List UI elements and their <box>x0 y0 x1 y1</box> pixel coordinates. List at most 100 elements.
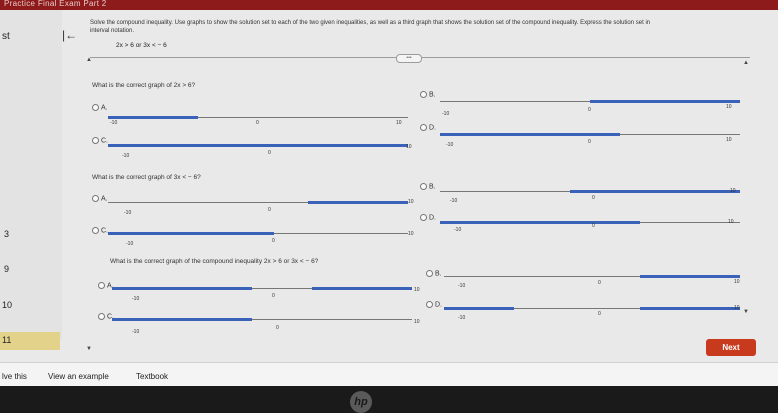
tick-label: -10 <box>442 111 450 117</box>
tick-label: 0 <box>276 325 279 331</box>
option-letter: A. <box>101 195 108 203</box>
solution-ray <box>440 133 620 136</box>
solution-ray <box>108 232 274 235</box>
tick-label: 10 <box>734 279 740 285</box>
scroll-up-icon[interactable]: ▲ <box>743 60 749 66</box>
tick-label: -10 <box>122 153 130 159</box>
solution-ray <box>112 287 252 290</box>
scrollbar[interactable]: ▲ ▼ <box>742 60 750 315</box>
radio-button[interactable] <box>426 270 433 277</box>
radio-button[interactable] <box>420 214 427 221</box>
scroll-down-icon[interactable]: ▼ <box>743 309 749 315</box>
tick-label: -10 <box>454 227 462 233</box>
radio-button[interactable] <box>92 227 99 234</box>
solution-ray <box>108 116 198 119</box>
screen: Practice Final Exam Part 2 st 3 9 10 11 … <box>0 0 778 386</box>
tick-label: -10 <box>132 329 140 335</box>
textbook-link[interactable]: Textbook <box>136 372 168 381</box>
bottom-toolbar: lve this View an example Textbook <box>0 362 778 386</box>
solution-ray <box>590 100 740 103</box>
tick-label: -10 <box>458 315 466 321</box>
solution-ray <box>440 221 640 224</box>
instructions-text: Solve the compound inequality. Use graph… <box>90 20 651 26</box>
option-letter: B. <box>435 270 442 278</box>
tick-label: -10 <box>126 241 134 247</box>
tick-label: -10 <box>132 296 140 302</box>
tick-label: 0 <box>272 293 275 299</box>
option-a[interactable]: A. <box>92 104 108 111</box>
question-prompt: What is the correct graph of 3x < − 6? <box>92 174 201 181</box>
tick-label: 10 <box>728 219 734 225</box>
option-letter: C. <box>101 227 108 235</box>
option-d[interactable]: D. <box>420 214 436 221</box>
tick-label: 0 <box>588 139 591 145</box>
radio-button[interactable] <box>420 91 427 98</box>
radio-button[interactable] <box>420 124 427 131</box>
tick-label: 10 <box>414 287 420 293</box>
question-number-item[interactable]: 3 <box>4 229 9 239</box>
tick-label: 0 <box>256 120 259 126</box>
option-d[interactable]: D. <box>426 301 442 308</box>
collapse-down-icon[interactable]: ▼ <box>86 346 92 352</box>
solution-ray <box>444 307 514 310</box>
tick-label: -10 <box>446 142 454 148</box>
radio-button[interactable] <box>426 301 433 308</box>
question-number-item-current[interactable]: 11 <box>0 332 60 350</box>
tick-label: -10 <box>110 120 118 126</box>
solution-ray <box>640 307 740 310</box>
radio-button[interactable] <box>98 282 105 289</box>
option-b[interactable]: B. <box>420 91 436 98</box>
option-c[interactable]: C. <box>92 227 108 234</box>
tick-label: 0 <box>598 311 601 317</box>
collapse-up-icon[interactable]: ▲ <box>86 57 92 63</box>
radio-button[interactable] <box>420 183 427 190</box>
tick-label: 0 <box>598 280 601 286</box>
nav-label: st <box>2 31 10 42</box>
tick-label: 10 <box>396 120 402 126</box>
question-number-item[interactable]: 10 <box>2 300 12 310</box>
window-title: Practice Final Exam Part 2 <box>4 0 107 8</box>
tick-label: -10 <box>458 283 466 289</box>
instructions-text-2: interval notation. <box>90 28 135 34</box>
tick-label: 10 <box>734 305 740 311</box>
option-b[interactable]: B. <box>420 183 436 190</box>
radio-button[interactable] <box>92 137 99 144</box>
solution-ray <box>312 287 412 290</box>
option-c[interactable]: C. <box>92 137 108 144</box>
tick-label: -10 <box>124 210 132 216</box>
radio-button[interactable] <box>92 195 99 202</box>
back-arrow-icon[interactable]: |← <box>62 28 77 42</box>
solve-this-link[interactable]: lve this <box>2 372 27 381</box>
tick-label: 10 <box>408 199 414 205</box>
tick-label: 10 <box>726 104 732 110</box>
option-d[interactable]: D. <box>420 124 436 131</box>
question-number-item[interactable]: 9 <box>4 264 9 274</box>
tick-label: 10 <box>730 188 736 194</box>
next-button[interactable]: Next <box>706 339 756 356</box>
radio-button[interactable] <box>92 104 99 111</box>
question-prompt: What is the correct graph of 2x > 6? <box>92 82 196 89</box>
tick-label: 0 <box>272 238 275 244</box>
option-letter: B. <box>429 183 436 191</box>
more-button[interactable]: ••• <box>396 54 422 63</box>
option-letter: D. <box>429 214 436 222</box>
left-panel: st 3 9 10 11 <box>0 10 62 350</box>
option-letter: D. <box>435 301 442 309</box>
option-letter: B. <box>429 91 436 99</box>
hp-logo: hp <box>350 391 372 413</box>
option-b[interactable]: B. <box>426 270 442 277</box>
tick-label: 0 <box>592 195 595 201</box>
radio-button[interactable] <box>98 313 105 320</box>
option-a[interactable]: A. <box>92 195 108 202</box>
question-prompt: What is the correct graph of the compoun… <box>110 258 319 265</box>
tick-label: 0 <box>268 150 271 156</box>
view-example-link[interactable]: View an example <box>48 372 109 381</box>
tick-label: 0 <box>588 107 591 113</box>
tick-label: 10 <box>726 137 732 143</box>
tick-label: 10 <box>408 231 414 237</box>
solution-ray <box>108 144 408 147</box>
tick-label: 10 <box>414 319 420 325</box>
tick-label: -10 <box>450 198 458 204</box>
title-bar: Practice Final Exam Part 2 <box>0 0 778 10</box>
solution-ray <box>570 190 740 193</box>
